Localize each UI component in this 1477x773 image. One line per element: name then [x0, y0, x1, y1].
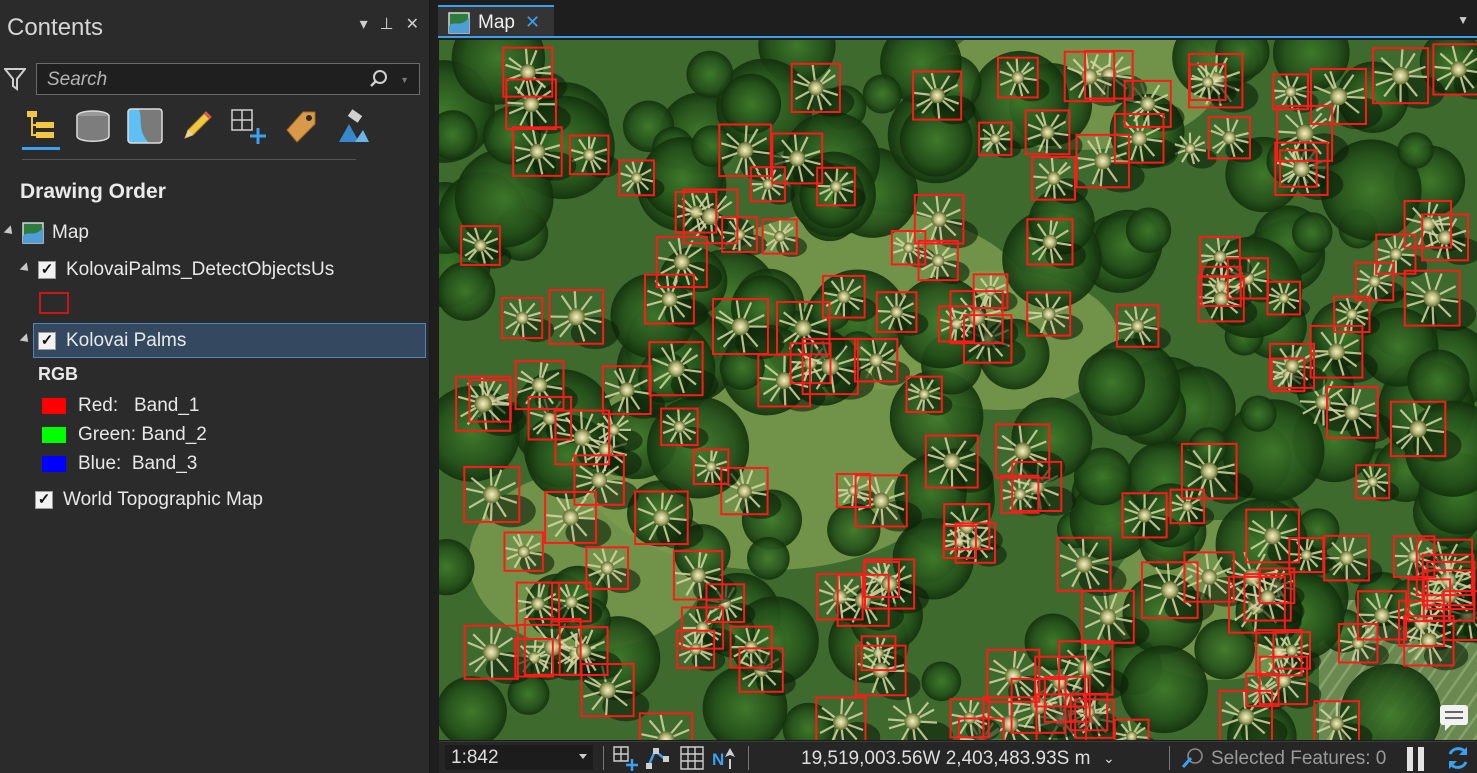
contents-pane: Contents ▾ ⊥ ✕ ▼ [0, 0, 430, 773]
toolbar-divider [22, 159, 356, 160]
tree-canopy [439, 261, 496, 321]
search-box[interactable]: ▼ [36, 63, 420, 95]
tree-canopy [1240, 395, 1277, 432]
layer-visibility-checkbox[interactable]: ✓ [38, 261, 56, 279]
tree-canopy [1291, 212, 1333, 253]
layer-visibility-checkbox[interactable]: ✓ [38, 332, 56, 350]
pin-icon[interactable]: ⊥ [380, 14, 394, 34]
chevron-down-icon[interactable]: ▼ [400, 75, 409, 85]
status-bar: 1:842 N 19,519,003.56W 2,403,483.93S m ⌄… [439, 741, 1477, 773]
tree-item-label: Map [52, 222, 89, 243]
band-item-green[interactable]: Green: Band_2 [42, 424, 207, 446]
tree-canopy [827, 503, 881, 557]
layer-visibility-checkbox[interactable]: ✓ [35, 491, 53, 509]
tree-item-label: Kolovai Palms [66, 330, 187, 351]
rgb-heading: RGB [38, 364, 78, 384]
coordinate-readout: 19,519,003.56W 2,403,483.93S m [801, 748, 1091, 769]
pane-controls: ▾ ⊥ ✕ [360, 14, 419, 34]
tree-canopy [746, 536, 790, 580]
divider [603, 746, 604, 770]
color-swatch[interactable] [42, 398, 66, 414]
section-title: Drawing Order [20, 180, 166, 203]
tree-item-detect-objects-layer[interactable]: ✓ KolovaiPalms_DetectObjectsUs [19, 259, 335, 281]
tree-item-world-topographic-map[interactable]: ✓ World Topographic Map [35, 489, 263, 511]
expand-arrow-icon[interactable] [3, 224, 16, 237]
close-icon[interactable]: ✕ [525, 12, 540, 33]
notification-icon[interactable] [1439, 704, 1469, 732]
expand-arrow-icon[interactable] [19, 261, 32, 274]
grid-icon[interactable] [679, 745, 705, 771]
chevron-down-icon[interactable] [579, 754, 587, 759]
selection-icon[interactable] [126, 108, 164, 150]
selection-tool-icon[interactable] [1181, 747, 1205, 769]
contents-toolbar [22, 108, 372, 150]
tree-item-label: KolovaiPalms_DetectObjectsUs [66, 259, 335, 280]
perspective-imagery-icon[interactable] [334, 108, 372, 150]
layer-symbol-swatch[interactable] [39, 292, 69, 314]
divider [1169, 746, 1170, 770]
snapping-icon[interactable] [230, 108, 268, 150]
pause-drawing-icon[interactable] [1405, 746, 1427, 772]
map-icon [448, 11, 470, 34]
tree-canopy [1125, 207, 1172, 253]
data-source-icon[interactable] [74, 108, 112, 150]
editing-icon[interactable] [178, 108, 216, 150]
selected-features-count[interactable]: Selected Features: 0 [1211, 748, 1386, 770]
view-tab-strip: ▼ [431, 0, 1477, 38]
constraints-icon[interactable] [612, 745, 638, 771]
chevron-down-icon[interactable]: ▼ [1457, 13, 1469, 27]
drawing-order-icon[interactable] [22, 108, 60, 150]
pane-title: Contents [7, 14, 104, 41]
tree-canopy [691, 125, 733, 168]
band-label: Red: Band_1 [78, 395, 200, 416]
filter-icon[interactable] [4, 66, 26, 92]
labeling-icon[interactable] [282, 108, 320, 150]
pane-options-icon[interactable]: ▾ [360, 14, 368, 34]
tree-item-map[interactable]: Map [3, 222, 89, 244]
tree-canopy [1078, 349, 1146, 416]
band-label: Blue: Band_3 [78, 453, 198, 474]
band-item-red[interactable]: Red: Band_1 [42, 395, 199, 417]
tree-item-label: World Topographic Map [63, 489, 263, 510]
tree-canopy [1397, 132, 1434, 169]
band-label: Green: Band_2 [78, 424, 207, 445]
map-canvas[interactable] [439, 40, 1477, 740]
scale-value: 1:842 [451, 747, 499, 768]
chevron-down-icon[interactable]: ⌄ [1103, 750, 1115, 767]
color-swatch[interactable] [42, 456, 66, 472]
tab-underline [438, 36, 1477, 38]
band-item-blue[interactable]: Blue: Band_3 [42, 453, 197, 475]
scale-dropdown[interactable]: 1:842 [445, 745, 593, 770]
divider [748, 746, 749, 770]
tab-label: Map [478, 11, 515, 33]
tree-canopy [921, 661, 962, 702]
color-swatch[interactable] [42, 427, 66, 443]
expand-arrow-icon[interactable] [19, 332, 32, 345]
imagery-map[interactable] [439, 40, 1477, 740]
close-icon[interactable]: ✕ [406, 14, 419, 34]
svg-text:N: N [712, 750, 724, 769]
north-arrow-icon[interactable]: N [712, 745, 738, 771]
search-input[interactable] [45, 68, 369, 92]
tree-canopy [862, 74, 902, 114]
snapping-toggle-icon[interactable] [645, 745, 671, 771]
search-icon[interactable] [369, 69, 389, 89]
refresh-icon[interactable] [1445, 745, 1471, 771]
tree-item-kolovai-palms[interactable]: ✓ Kolovai Palms [19, 330, 187, 352]
map-icon [22, 222, 44, 244]
tab-map[interactable]: Map ✕ [438, 5, 554, 38]
